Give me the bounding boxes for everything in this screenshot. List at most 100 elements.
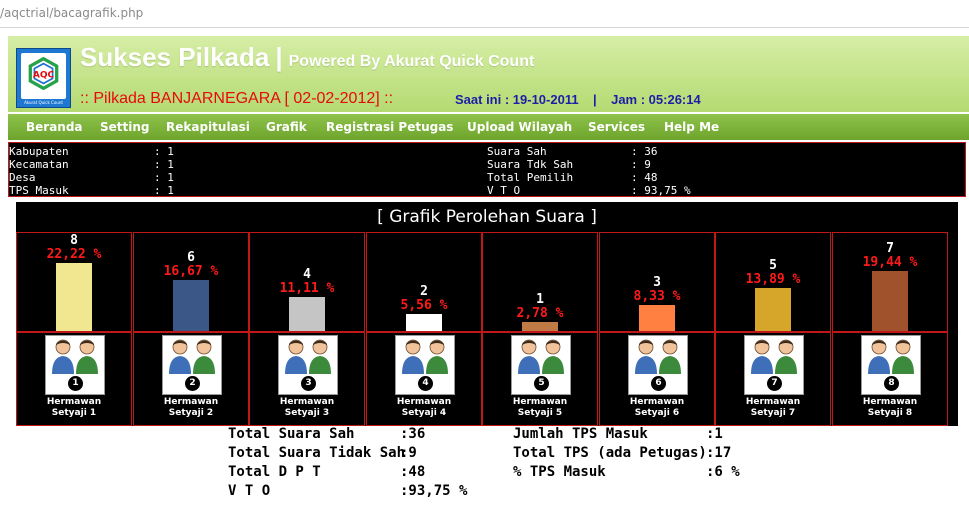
stat-suara-sah-value: : 36 xyxy=(631,145,658,158)
summary-right-label: Jumlah TPS Masuk xyxy=(513,426,648,442)
title-text: Sukses Pilkada xyxy=(80,42,270,72)
vote-count-label: 5 xyxy=(769,258,777,273)
candidate-pair-icon xyxy=(868,339,914,374)
candidate-photo: 6 xyxy=(628,335,688,395)
vote-count-label: 7 xyxy=(886,241,894,256)
candidate-second-name: Setyaji 8 xyxy=(867,408,913,418)
logo-caption: Akurat Quick Count xyxy=(24,100,63,105)
candidate-first-name: Hermawan xyxy=(279,397,335,407)
candidate-number-badge: 3 xyxy=(301,376,316,391)
summary-label: Total D P T xyxy=(228,464,321,480)
percent-label: 11,11 % xyxy=(279,281,335,296)
percent-label: 13,89 % xyxy=(745,272,801,287)
stat-desa-label: Desa xyxy=(9,171,36,184)
candidate-first-name: Hermawan xyxy=(512,397,568,407)
candidate-number-badge: 7 xyxy=(767,376,782,391)
candidate-number-badge: 4 xyxy=(418,376,433,391)
summary-right-value: :6 % xyxy=(706,464,740,480)
nav-grafik[interactable]: Grafik xyxy=(266,120,307,134)
bar-column: 7 19,44 % xyxy=(832,232,948,332)
stat-suara-tdk-sah-label: Suara Tdk Sah xyxy=(487,158,574,171)
candidate-first-name: Hermawan xyxy=(163,397,219,407)
stat-kecamatan-value: : 1 xyxy=(154,158,174,171)
candidate-second-name: Setyaji 4 xyxy=(401,408,447,418)
candidate-name: Hermawan Setyaji 5 xyxy=(483,397,597,419)
stat-tps-masuk-value: : 1 xyxy=(154,184,174,197)
candidate-photo: 2 xyxy=(162,335,222,395)
summary-right-label: Total TPS (ada Petugas) xyxy=(513,445,707,461)
candidate-cell: 5 Hermawan Setyaji 5 xyxy=(482,332,598,426)
candidate-second-name: Setyaji 3 xyxy=(284,408,330,418)
vote-count-label: 8 xyxy=(70,233,78,248)
summary-label: V T O xyxy=(228,483,271,499)
stat-kecamatan-label: Kecamatan xyxy=(9,158,69,171)
candidate-number-badge: 5 xyxy=(534,376,549,391)
title-separator: | xyxy=(275,42,283,72)
vote-bar xyxy=(755,288,791,331)
vote-bar xyxy=(639,305,675,331)
vote-count-label: 2 xyxy=(420,284,428,299)
percent-label: 2,78 % xyxy=(516,306,564,321)
summary-right-value: :1 xyxy=(706,426,723,442)
candidate-cell: 6 Hermawan Setyaji 6 xyxy=(599,332,715,426)
bar-column: 5 13,89 % xyxy=(715,232,831,332)
nav-rekapitulasi[interactable]: Rekapitulasi xyxy=(166,120,250,134)
candidate-second-name: Setyaji 1 xyxy=(51,408,97,418)
powered-text: Powered By Akurat Quick Count xyxy=(288,53,535,70)
stat-tps-masuk-label: TPS Masuk xyxy=(9,184,69,197)
candidate-second-name: Setyaji 6 xyxy=(634,408,680,418)
bar-column: 8 22,22 % xyxy=(16,232,132,332)
stat-kabupaten-label: Kabupaten xyxy=(9,145,69,158)
vote-count-label: 4 xyxy=(303,267,311,282)
candidate-pair-icon xyxy=(518,339,564,374)
candidate-cell: 1 Hermawan Setyaji 1 xyxy=(16,332,132,426)
candidate-pair-icon xyxy=(52,339,98,374)
bar-column: 1 2,78 % xyxy=(482,232,598,332)
vote-bar xyxy=(522,322,558,331)
summary-value: :93,75 % xyxy=(400,483,468,499)
candidate-cell: 2 Hermawan Setyaji 2 xyxy=(133,332,249,426)
nav-registrasi-petugas[interactable]: Registrasi Petugas xyxy=(326,120,453,134)
stat-desa-value: : 1 xyxy=(154,171,174,184)
bar-column: 3 8,33 % xyxy=(599,232,715,332)
candidate-photo: 3 xyxy=(278,335,338,395)
url-text[interactable]: /aqctrial/bacagrafik.php xyxy=(0,6,143,20)
percent-label: 19,44 % xyxy=(862,255,918,270)
candidate-number-badge: 2 xyxy=(185,376,200,391)
candidate-name: Hermawan Setyaji 3 xyxy=(250,397,364,419)
bar-column: 4 11,11 % xyxy=(249,232,365,332)
candidate-name: Hermawan Setyaji 1 xyxy=(17,397,131,419)
percent-label: 22,22 % xyxy=(46,247,102,262)
vote-bar xyxy=(406,314,442,331)
percent-label: 8,33 % xyxy=(633,289,681,304)
page: AQC Akurat Quick Count Sukses Pilkada | Po… xyxy=(8,36,969,507)
stats-panel: Kabupaten : 1 Kecamatan : 1 Desa : 1 TPS… xyxy=(8,142,966,197)
summary-value: :48 xyxy=(400,464,426,480)
nav-upload-wilayah[interactable]: Upload Wilayah xyxy=(467,120,572,134)
candidate-name: Hermawan Setyaji 7 xyxy=(716,397,830,419)
candidate-first-name: Hermawan xyxy=(862,397,918,407)
vote-bar xyxy=(289,297,325,331)
nav-help-me[interactable]: Help Me xyxy=(664,120,719,134)
summary-right-label: % TPS Masuk xyxy=(513,464,606,480)
candidate-first-name: Hermawan xyxy=(46,397,102,407)
candidate-second-name: Setyaji 7 xyxy=(750,408,796,418)
header: AQC Akurat Quick Count Sukses Pilkada | Po… xyxy=(8,36,969,112)
nav-setting[interactable]: Setting xyxy=(100,120,150,134)
site-title: Sukses Pilkada | Powered By Akurat Quick C… xyxy=(80,42,534,73)
stat-suara-sah-label: Suara Sah xyxy=(487,145,547,158)
nav-beranda[interactable]: Beranda xyxy=(26,120,83,134)
vote-bar xyxy=(872,271,908,331)
bar-column: 6 16,67 % xyxy=(133,232,249,332)
candidate-number-badge: 8 xyxy=(884,376,899,391)
candidate-photo: 5 xyxy=(511,335,571,395)
nav-services[interactable]: Services xyxy=(588,120,645,134)
candidate-name: Hermawan Setyaji 4 xyxy=(367,397,481,419)
vote-count-label: 1 xyxy=(536,292,544,307)
chart-title: [ Grafik Perolehan Suara ] xyxy=(377,207,597,227)
candidate-photo: 1 xyxy=(45,335,105,395)
vote-chart: [ Grafik Perolehan Suara ] 8 22,22 % 1 Herm… xyxy=(16,202,958,426)
vote-bar xyxy=(173,280,209,331)
candidate-first-name: Hermawan xyxy=(396,397,452,407)
address-bar[interactable]: /aqctrial/bacagrafik.php xyxy=(0,0,969,28)
